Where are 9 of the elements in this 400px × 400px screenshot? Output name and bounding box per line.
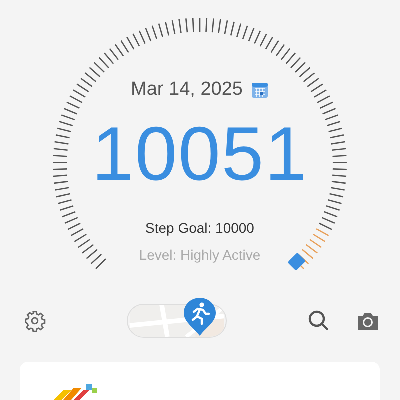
calendar-icon[interactable] [250,81,269,99]
camera-icon[interactable] [356,311,380,331]
running-pin-icon[interactable] [182,297,218,337]
step-count: 10051 [92,111,308,199]
activity-level: Level: Highly Active [139,247,261,263]
date-label: Mar 14, 2025 [131,79,243,101]
settings-icon[interactable] [24,310,46,332]
step-goal: Step Goal: 10000 [146,220,254,236]
search-icon[interactable] [308,310,330,332]
